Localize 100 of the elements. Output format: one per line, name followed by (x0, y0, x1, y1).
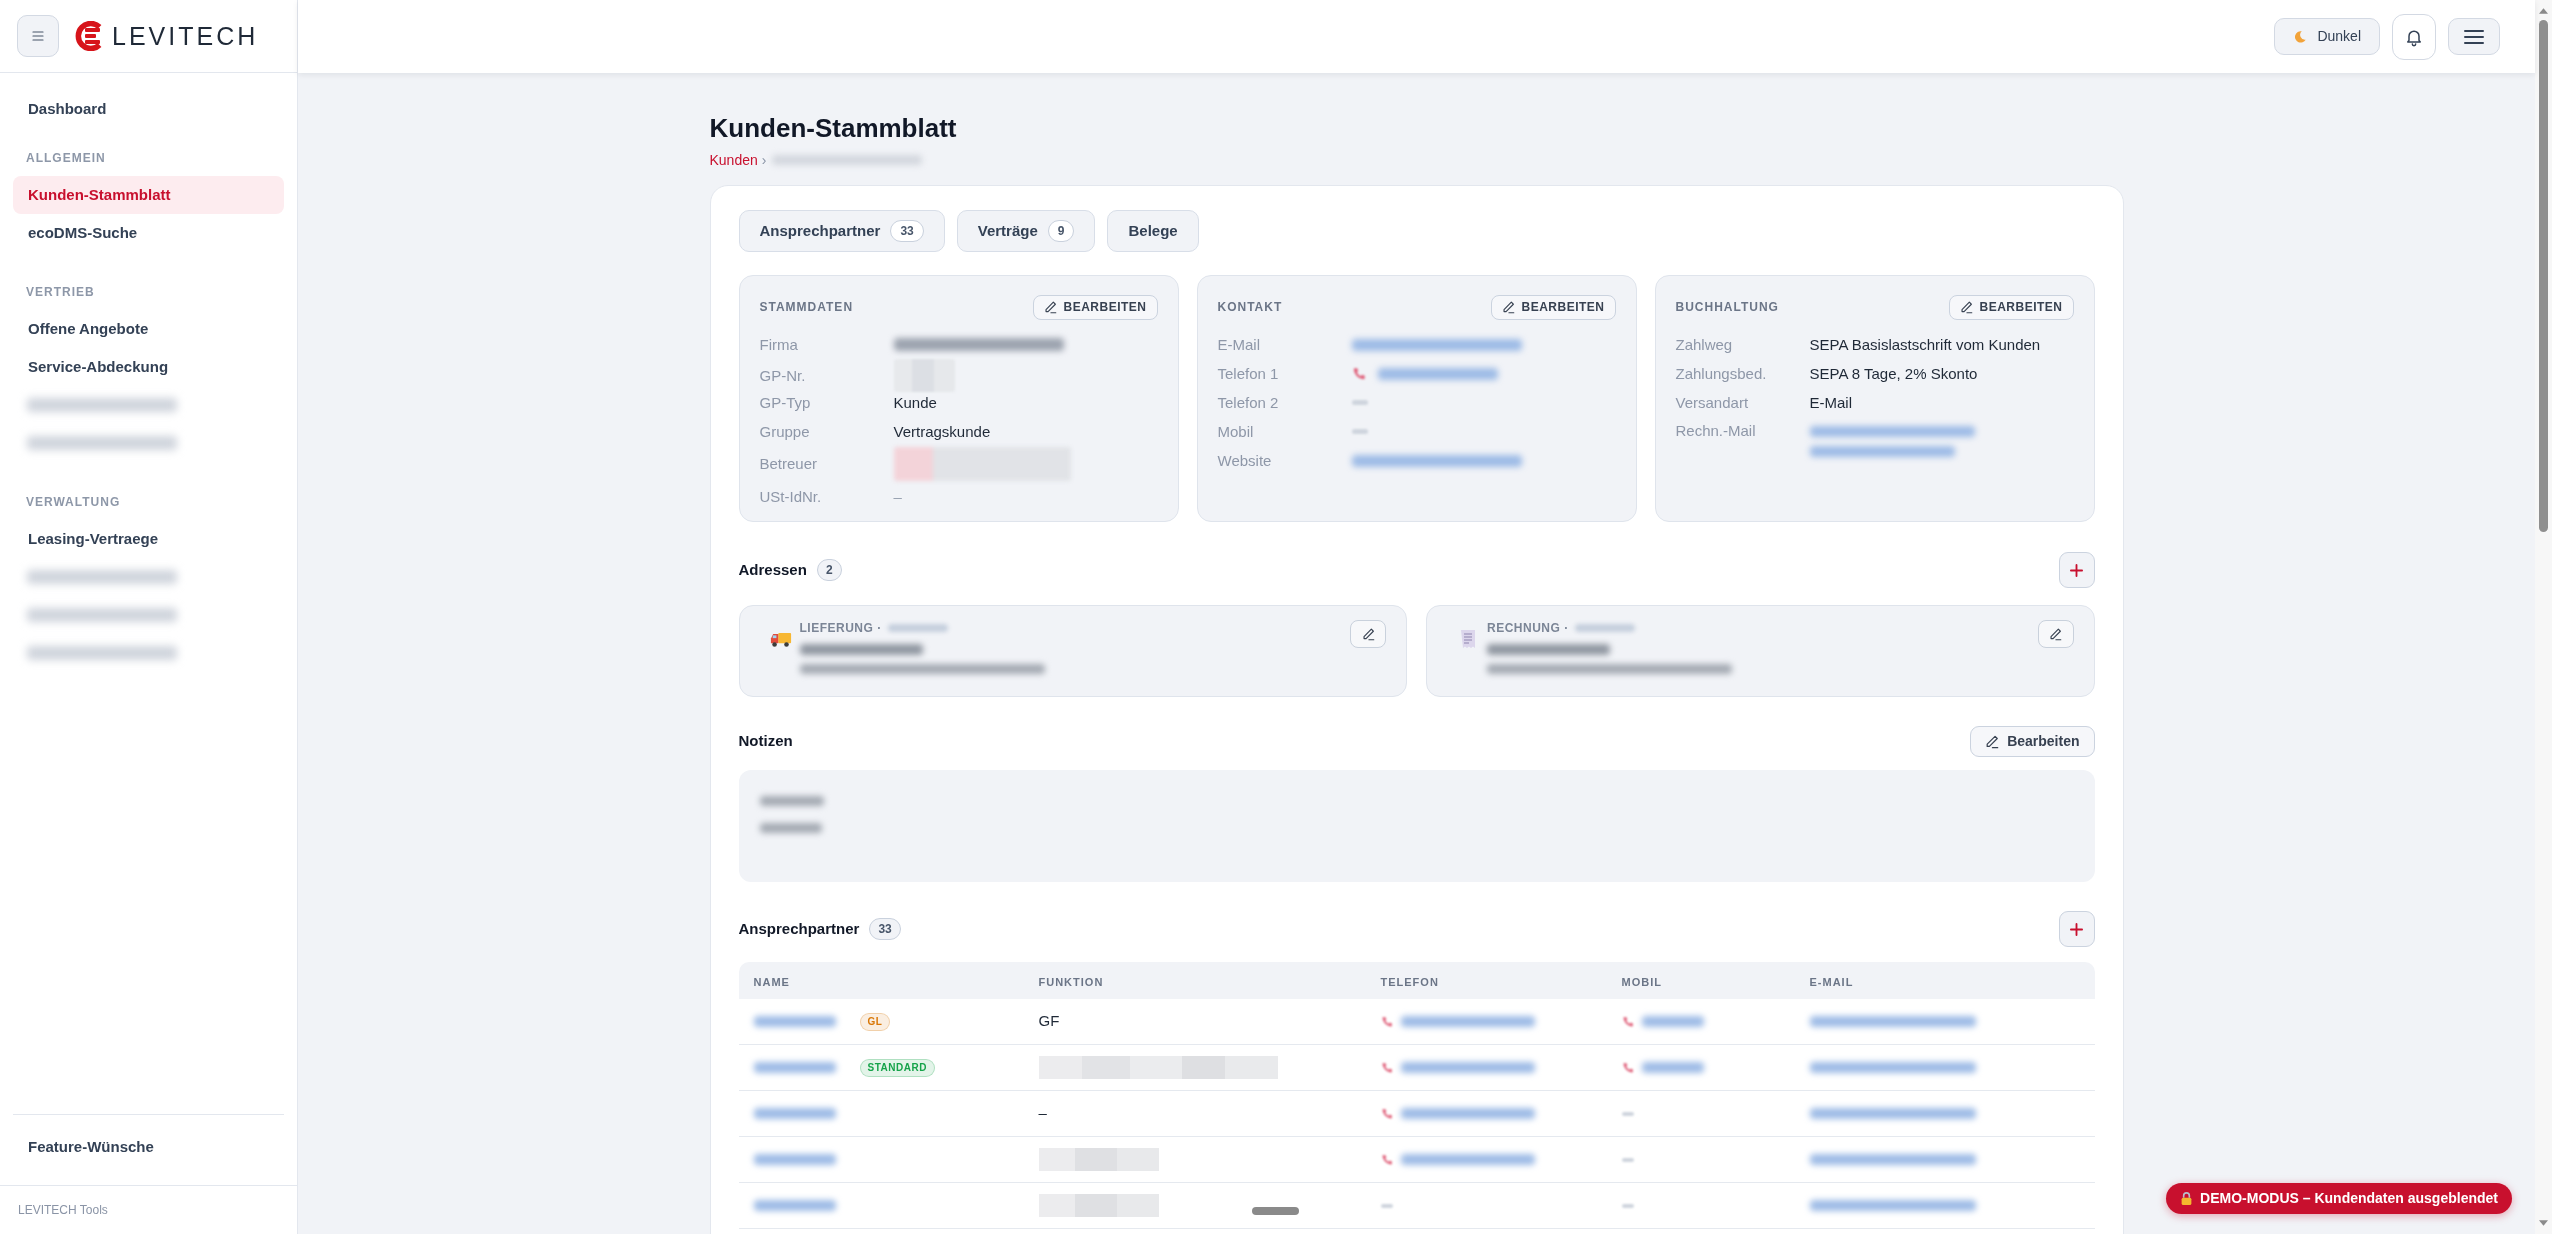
blurred-text (1351, 429, 1368, 434)
field-label: Zahlungsbed. (1675, 363, 1768, 384)
phone-icon (1621, 1015, 1634, 1028)
sidebar-item[interactable]: Offene Angebote (13, 310, 284, 348)
field-label: Telefon 2 (1217, 392, 1280, 413)
notifications-button[interactable] (2392, 13, 2436, 60)
column-header: NAME (753, 975, 790, 988)
address-type: RECHNUNG · (1487, 620, 1569, 637)
receipt-icon (1460, 629, 1476, 649)
edit-button[interactable]: BEARBEITEN (1033, 294, 1158, 320)
truck-icon (769, 630, 792, 649)
field-label: GP-Nr. (759, 365, 807, 386)
breadcrumb-separator: › (761, 150, 767, 170)
field-value: SEPA Basislastschrift vom Kunden (1809, 334, 2042, 355)
nav-section-heading: ALLGEMEIN (25, 150, 107, 167)
pencil-icon (1361, 627, 1375, 641)
edit-button[interactable]: BEARBEITEN (1949, 294, 2074, 320)
column-header: E-MAIL (1809, 975, 1854, 988)
pencil-icon (1044, 300, 1058, 314)
add-button[interactable] (2058, 911, 2095, 947)
field-label: Mobil (1217, 421, 1255, 442)
menu-icon (2464, 29, 2484, 44)
field-label: USt-IdNr. (759, 486, 823, 507)
blurred-text (1621, 1203, 1634, 1208)
drag-handle[interactable] (1252, 1207, 1299, 1215)
column-header: TELEFON (1380, 975, 1439, 988)
table-cell-text: – (1038, 1103, 1047, 1124)
role-tag: STANDARD (859, 1058, 935, 1077)
plus-icon (2070, 563, 2083, 577)
phone-icon (1351, 366, 1366, 381)
theme-toggle-button[interactable]: Dunkel (2274, 18, 2380, 55)
section-title: Ansprechpartner (738, 918, 860, 939)
nav-section-heading: VERWALTUNG (25, 494, 122, 511)
edit-button[interactable] (2037, 620, 2074, 648)
sidebar-item[interactable]: Leasing-Vertraege (13, 520, 284, 558)
page-title: Kunden-Stammblatt (709, 113, 958, 143)
section-jump-button[interactable]: Ansprechpartner 33 (738, 210, 945, 252)
field-label: Versandart (1675, 392, 1750, 413)
count-badge: 9 (1047, 220, 1075, 242)
blurred-text (1641, 1062, 1704, 1073)
blurred-text (1641, 1016, 1704, 1027)
field-label: Website (1217, 450, 1273, 471)
blurred-text (1574, 624, 1635, 632)
card-title: STAMMDATEN (759, 299, 854, 316)
pencil-icon (1985, 734, 2000, 749)
scrollbar[interactable] (2535, 0, 2552, 1234)
menu-button[interactable] (2448, 18, 2500, 55)
blurred-text (887, 624, 948, 632)
count-badge: 2 (816, 559, 842, 581)
edit-button[interactable]: BEARBEITEN (1491, 294, 1616, 320)
blurred-text (1380, 1203, 1393, 1208)
edit-button[interactable] (1350, 620, 1386, 648)
sidebar-item[interactable]: Dashboard (13, 90, 284, 128)
field-value: Kunde (893, 392, 938, 413)
blurred-text (1351, 400, 1368, 405)
scrollbar-thumb[interactable] (2539, 20, 2548, 532)
field-label: Telefon 1 (1217, 363, 1280, 384)
logo-text: LEVITECH (112, 23, 259, 49)
section-jump-button[interactable]: Verträge 9 (956, 210, 1096, 252)
field-value: E-Mail (1809, 392, 1853, 413)
address-type: LIEFERUNG · (799, 620, 882, 637)
table-cell-text: GF (1038, 1011, 1060, 1032)
moon-icon (2293, 29, 2308, 44)
lock-icon (2180, 1191, 2194, 1206)
count-badge: 33 (890, 220, 924, 242)
blurred-text (759, 823, 822, 833)
sidebar-item[interactable]: Feature-Wünsche (13, 1128, 284, 1166)
sidebar-footer-text: LEVITECH Tools (18, 1202, 108, 1219)
section-title: Notizen (738, 731, 793, 752)
nav-section-heading: VERTRIEB (25, 284, 96, 301)
edit-button[interactable]: Bearbeiten (1970, 726, 2095, 757)
field-value: Vertragskunde (893, 421, 992, 442)
pencil-icon (1960, 300, 1974, 314)
card-title: BUCHHALTUNG (1675, 299, 1779, 316)
section-title: Adressen (738, 559, 807, 580)
field-value: SEPA 8 Tage, 2% Skonto (1809, 363, 1979, 384)
blurred-text (1621, 1111, 1634, 1116)
scroll-down-icon[interactable] (2539, 1220, 2548, 1226)
phone-icon (1621, 1061, 1634, 1074)
add-button[interactable] (2058, 552, 2095, 588)
field-label: E-Mail (1217, 334, 1261, 355)
pencil-icon (2049, 627, 2062, 641)
phone-icon (1380, 1107, 1393, 1120)
phone-icon (1380, 1015, 1393, 1028)
menu-icon (32, 31, 44, 41)
card-title: KONTAKT (1217, 299, 1283, 316)
blurred-text (759, 796, 824, 806)
field-label: Gruppe (759, 421, 811, 442)
pencil-icon (1502, 300, 1516, 314)
sidebar-item[interactable]: Service-Abdeckung (13, 348, 284, 386)
scroll-up-icon[interactable] (2539, 8, 2548, 14)
breadcrumb-link[interactable]: Kunden (709, 149, 758, 171)
demo-mode-banner: DEMO-MODUS – Kundendaten ausgeblendet (2166, 1183, 2512, 1214)
column-header: FUNKTION (1038, 975, 1104, 988)
sidebar-toggle-button[interactable] (17, 15, 59, 57)
sidebar-item[interactable]: Kunden-Stammblatt (13, 176, 284, 214)
section-jump-button[interactable]: Belege (1107, 210, 1199, 252)
sidebar-item[interactable]: ecoDMS-Suche (13, 214, 284, 252)
field-label: Rechn.-Mail (1675, 421, 1757, 441)
count-badge: 33 (869, 918, 901, 940)
